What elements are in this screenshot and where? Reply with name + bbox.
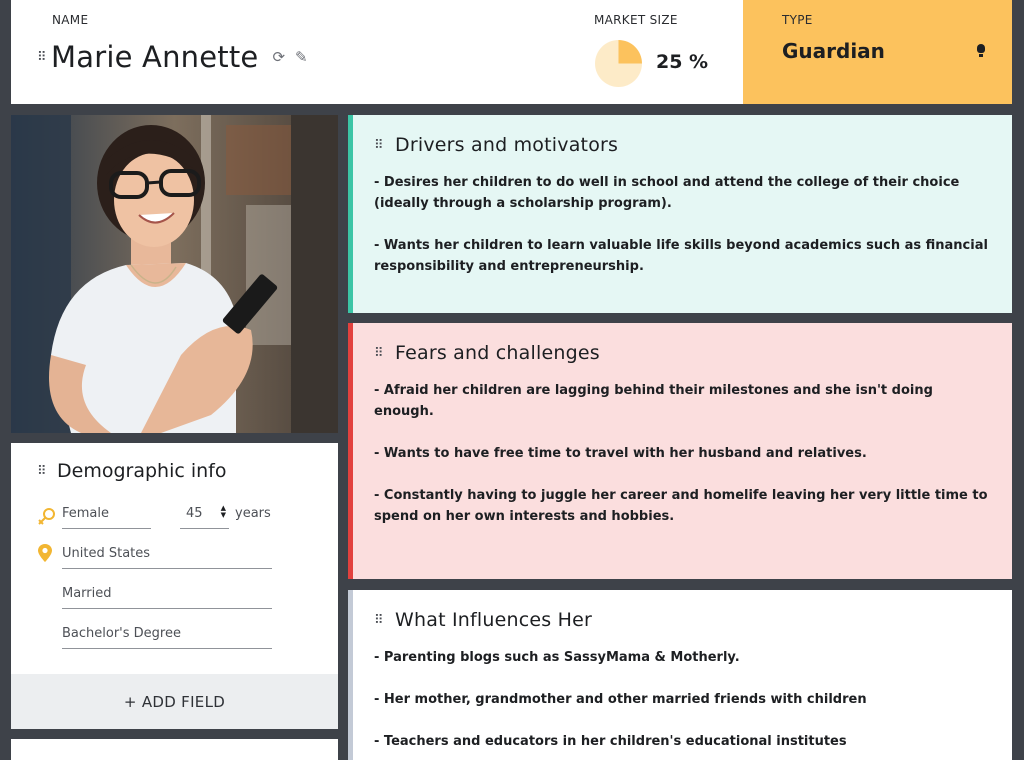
- female-symbol-icon: [38, 508, 55, 525]
- list-item: - Teachers and educators in her children…: [374, 734, 847, 749]
- stepper-arrows-icon[interactable]: ▲ ▼: [221, 505, 226, 519]
- type-panel[interactable]: TYPE Guardian: [743, 0, 1012, 104]
- influences-title[interactable]: What Influences Her: [395, 609, 592, 631]
- card-accent-bar: [348, 590, 353, 760]
- persona-name[interactable]: Marie Annette: [51, 40, 258, 74]
- drivers-card: ⠿ Drivers and motivators - Desires her c…: [348, 115, 1012, 313]
- next-panel: [11, 739, 338, 760]
- name-row: ⠿ Marie Annette ⟳ ✎: [37, 40, 308, 74]
- demographic-title: Demographic info: [57, 460, 227, 482]
- drivers-body[interactable]: - Desires her children to do well in sch…: [374, 172, 994, 277]
- market-size-pie-chart: [595, 40, 642, 87]
- card-title-row: ⠿ Drivers and motivators: [374, 134, 618, 156]
- influences-card: ⠿ What Influences Her - Parenting blogs …: [348, 590, 1012, 760]
- list-item: - Afraid her children are lagging behind…: [374, 383, 933, 419]
- list-item: - Wants to have free time to travel with…: [374, 446, 867, 461]
- name-label: NAME: [52, 13, 89, 27]
- map-pin-icon: [38, 544, 52, 562]
- fears-card: ⠿ Fears and challenges - Afraid her chil…: [348, 323, 1012, 579]
- persona-photo[interactable]: [11, 115, 338, 433]
- demographic-panel: ⠿ Demographic info Female 45 ▲ ▼ years Un…: [11, 443, 338, 729]
- type-label: TYPE: [782, 13, 813, 27]
- fears-title[interactable]: Fears and challenges: [395, 342, 600, 364]
- market-size-value[interactable]: 25 %: [656, 51, 708, 73]
- card-accent-bar: [348, 115, 353, 313]
- drag-handle-icon[interactable]: ⠿: [37, 50, 49, 65]
- card-title-row: ⠿ Fears and challenges: [374, 342, 600, 364]
- fears-body[interactable]: - Afraid her children are lagging behind…: [374, 380, 994, 527]
- drag-handle-icon[interactable]: ⠿: [374, 613, 386, 628]
- influences-body[interactable]: - Parenting blogs such as SassyMama & Mo…: [374, 647, 994, 752]
- drag-handle-icon[interactable]: ⠿: [37, 464, 49, 479]
- refresh-icon[interactable]: ⟳: [272, 48, 285, 66]
- drivers-title[interactable]: Drivers and motivators: [395, 134, 618, 156]
- list-item: - Her mother, grandmother and other marr…: [374, 692, 867, 707]
- education-field[interactable]: Bachelor's Degree: [62, 622, 272, 649]
- drag-handle-icon[interactable]: ⠿: [374, 138, 386, 153]
- country-value: United States: [62, 546, 151, 561]
- persona-header: NAME ⠿ Marie Annette ⟳ ✎ MARKET SIZE 25 …: [11, 0, 1012, 104]
- education-value: Bachelor's Degree: [62, 626, 181, 641]
- demographic-title-row: ⠿ Demographic info: [37, 460, 226, 482]
- age-value: 45: [186, 506, 203, 521]
- list-item: - Constantly having to juggle her career…: [374, 488, 988, 524]
- gender-field[interactable]: Female: [62, 502, 151, 529]
- age-stepper[interactable]: 45 ▲ ▼: [180, 502, 229, 529]
- card-accent-bar: [348, 323, 353, 579]
- marital-status-field[interactable]: Married: [62, 582, 272, 609]
- list-item: - Wants her children to learn valuable l…: [374, 238, 988, 274]
- card-title-row: ⠿ What Influences Her: [374, 609, 592, 631]
- add-field-button[interactable]: + ADD FIELD: [11, 674, 338, 729]
- country-field[interactable]: United States: [62, 542, 272, 569]
- drag-handle-icon[interactable]: ⠿: [374, 346, 386, 361]
- list-item: - Desires her children to do well in sch…: [374, 175, 960, 211]
- list-item: - Parenting blogs such as SassyMama & Mo…: [374, 650, 740, 665]
- persona-photo-image: [11, 115, 338, 433]
- gender-value: Female: [62, 506, 110, 521]
- market-size-label: MARKET SIZE: [594, 13, 678, 27]
- type-value: Guardian: [782, 39, 885, 63]
- marital-status-value: Married: [62, 586, 112, 601]
- age-unit-label: years: [235, 506, 271, 521]
- pencil-icon[interactable]: ✎: [295, 48, 308, 66]
- lightbulb-icon[interactable]: [977, 44, 985, 58]
